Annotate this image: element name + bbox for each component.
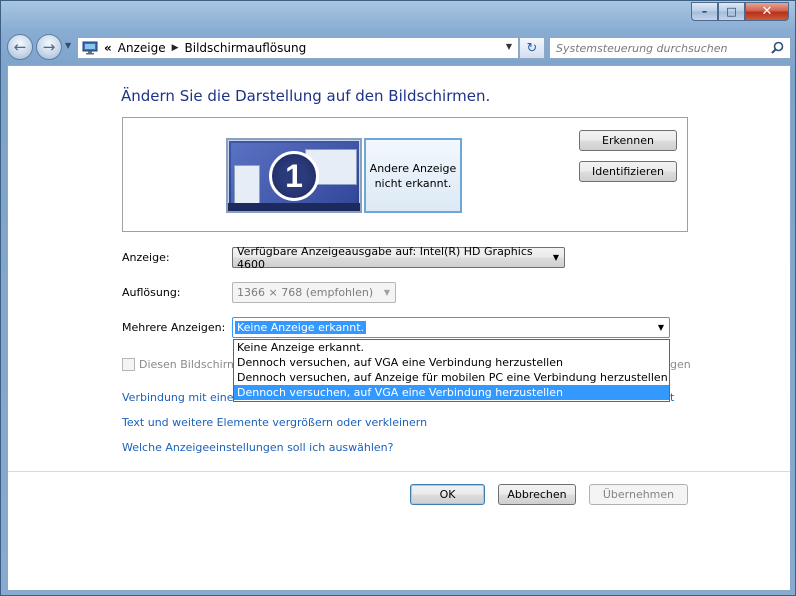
chevron-down-icon: ▼ (552, 253, 559, 262)
primary-display-checkbox-row: Diesen Bildschirm (122, 358, 238, 371)
page-title: Ändern Sie die Darstellung auf den Bilds… (121, 87, 491, 105)
connect-projector-link[interactable]: Verbindung mit einem (122, 391, 244, 404)
address-bar[interactable]: « Anzeige ▶ Bildschirmauflösung ▼ (77, 37, 519, 59)
ok-button[interactable]: OK (410, 484, 485, 505)
monitor-1-number-badge: 1 (269, 151, 319, 201)
recent-pages-dropdown[interactable]: ▼ (65, 41, 71, 50)
dropdown-option-selected[interactable]: Dennoch versuchen, auf VGA eine Verbindu… (234, 385, 669, 400)
multiple-displays-dropdown-list: Keine Anzeige erkannt. Dennoch versuchen… (233, 339, 670, 402)
dropdown-option[interactable]: Keine Anzeige erkannt. (234, 340, 669, 355)
multiple-displays-select[interactable]: Keine Anzeige erkannt. ▼ (232, 317, 670, 338)
search-box[interactable] (549, 37, 791, 59)
monitor-2-thumbnail[interactable]: Andere Anzeige nicht erkannt. (364, 138, 462, 213)
back-button[interactable]: ← (7, 34, 33, 60)
close-button[interactable]: ✕ (745, 2, 789, 21)
cancel-button[interactable]: Abbrechen (498, 484, 576, 505)
primary-display-checkbox[interactable] (122, 358, 135, 371)
address-dropdown-icon[interactable]: ▼ (506, 42, 512, 51)
navigation-bar: ← → ▼ « Anzeige ▶ Bildschirmauflösung ▼ … (7, 33, 791, 61)
dropdown-option[interactable]: Dennoch versuchen, auf Anzeige für mobil… (234, 370, 669, 385)
breadcrumb-bildschirmaufloesung[interactable]: Bildschirmauflösung (185, 41, 307, 55)
titlebar-buttons: – □ ✕ (691, 2, 789, 21)
primary-display-checkbox-label: Diesen Bildschirm (139, 358, 238, 371)
multiple-displays-select-value: Keine Anzeige erkannt. (235, 321, 367, 334)
display-select-value: Verfügbare Anzeigeausgabe auf: Intel(R) … (237, 244, 533, 271)
breadcrumb-separator-icon[interactable]: ▶ (172, 43, 179, 53)
text-size-link[interactable]: Text und weitere Elemente vergrößern ode… (122, 416, 427, 429)
footer-separator (8, 471, 790, 472)
display-select[interactable]: Verfügbare Anzeigeausgabe auf: Intel(R) … (232, 244, 565, 271)
detect-button[interactable]: Erkennen (579, 130, 677, 151)
apply-button: Übernehmen (589, 484, 688, 505)
window-frame: – □ ✕ ← → ▼ « Anzeige ▶ Bildschirmauflös… (0, 0, 796, 596)
resolution-select: 1366 × 768 (empfohlen) ▼ (232, 282, 396, 303)
back-arrow-icon: ← (13, 38, 27, 56)
monitor-1-window-preview (234, 165, 260, 205)
multiple-displays-label: Mehrere Anzeigen: (122, 321, 226, 334)
breadcrumb-anzeige[interactable]: Anzeige (118, 41, 166, 55)
forward-button[interactable]: → (36, 34, 62, 60)
advanced-settings-link-fragment[interactable]: gen (670, 358, 691, 371)
monitor-1-taskbar (228, 203, 360, 211)
chevron-down-icon: ▼ (657, 323, 664, 332)
resolution-label: Auflösung: (122, 286, 181, 299)
chevron-down-icon: ▼ (383, 288, 390, 297)
forward-arrow-icon: → (42, 38, 56, 56)
address-prefix[interactable]: « (104, 41, 112, 55)
minimize-button[interactable]: – (691, 2, 718, 21)
display-label: Anzeige: (122, 251, 170, 264)
connect-projector-link-fragment[interactable]: t (670, 391, 674, 404)
resolution-select-value: 1366 × 768 (empfohlen) (237, 286, 374, 299)
monitor-arrangement-panel: 1 Andere Anzeige nicht erkannt. Erkennen… (122, 117, 688, 232)
refresh-icon: ↻ (526, 40, 538, 56)
monitor-2-label: Andere Anzeige nicht erkannt. (369, 161, 457, 190)
control-panel-icon (82, 41, 98, 55)
content-area: Ändern Sie die Darstellung auf den Bilds… (7, 65, 791, 591)
monitor-1-thumbnail[interactable]: 1 (226, 138, 362, 213)
which-settings-link[interactable]: Welche Anzeigeeinstellungen soll ich aus… (122, 441, 394, 454)
search-input[interactable] (550, 38, 760, 58)
refresh-button[interactable]: ↻ (519, 37, 545, 59)
dropdown-option[interactable]: Dennoch versuchen, auf VGA eine Verbindu… (234, 355, 669, 370)
search-icon[interactable] (771, 41, 784, 54)
maximize-button[interactable]: □ (718, 2, 745, 21)
identify-button[interactable]: Identifizieren (579, 161, 677, 182)
